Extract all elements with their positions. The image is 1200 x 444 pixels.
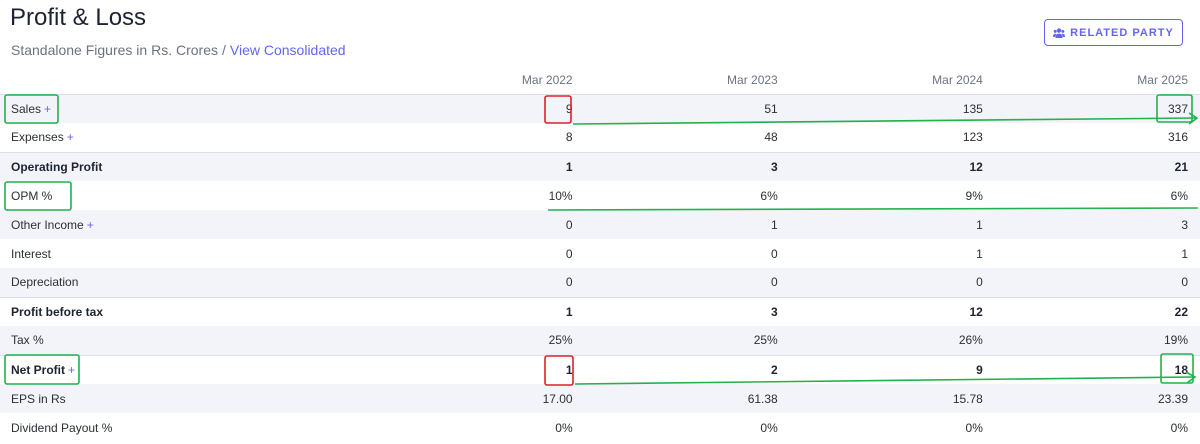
expand-plus-icon[interactable]: + — [68, 363, 75, 377]
cell: 0% — [789, 413, 995, 442]
row-label[interactable]: Expenses + — [0, 123, 380, 152]
cell: 51 — [584, 93, 790, 123]
row-label-text: Net Profit — [11, 362, 65, 377]
cell: 1 — [789, 239, 995, 268]
table-row-depreciation: Depreciation 0 0 0 0 — [0, 268, 1200, 297]
table-row-eps: EPS in Rs 17.00 61.38 15.78 23.39 — [0, 384, 1200, 413]
table-row-interest: Interest 0 0 1 1 — [0, 239, 1200, 268]
row-label-text: Expenses — [11, 130, 64, 145]
profit-loss-table: Mar 2022 Mar 2023 Mar 2024 Mar 2025 Sale… — [0, 66, 1200, 442]
row-label: Depreciation — [0, 268, 380, 297]
related-party-button[interactable]: RELATED PARTY — [1044, 19, 1183, 46]
column-header: Mar 2025 — [1137, 72, 1188, 87]
cell: 12 — [789, 151, 995, 181]
related-party-label: RELATED PARTY — [1070, 26, 1174, 39]
cell: 0 — [584, 239, 790, 268]
table-row-net-profit[interactable]: Net Profit + 1 2 9 18 — [0, 354, 1200, 384]
column-header: Mar 2024 — [932, 72, 983, 87]
table-row-operating-profit: Operating Profit 1 3 12 21 — [0, 151, 1200, 181]
table-row-dividend-payout: Dividend Payout % 0% 0% 0% 0% — [0, 413, 1200, 442]
row-label: Tax % — [0, 326, 380, 355]
cell: 48 — [584, 123, 790, 152]
cell: 0 — [789, 268, 995, 297]
cell: 1 — [379, 296, 585, 326]
expand-plus-icon[interactable]: + — [67, 130, 74, 144]
expand-plus-icon[interactable]: + — [44, 102, 51, 116]
cell: 135 — [789, 93, 995, 123]
cell: 26% — [789, 326, 995, 355]
cell: 8 — [379, 123, 585, 152]
subtitle-separator: / — [222, 42, 226, 58]
row-label[interactable]: Other Income + — [0, 210, 380, 239]
cell: 17.00 — [379, 384, 585, 413]
cell: 0 — [994, 268, 1200, 297]
cell: 1 — [379, 151, 585, 181]
cell: 1 — [584, 210, 790, 239]
cell: 123 — [789, 123, 995, 152]
cell: 3 — [584, 296, 790, 326]
cell: 0 — [584, 268, 790, 297]
expand-plus-icon[interactable]: + — [87, 218, 94, 232]
table-row-tax: Tax % 25% 25% 26% 19% — [0, 326, 1200, 355]
cell: 0% — [379, 413, 585, 442]
cell: 25% — [379, 326, 585, 355]
row-label[interactable]: Sales + — [0, 93, 380, 123]
table-row-sales[interactable]: Sales + 9 51 135 337 — [0, 93, 1200, 123]
cell: 6% — [584, 181, 790, 210]
view-consolidated-link[interactable]: View Consolidated — [230, 42, 346, 58]
table-row-other-income[interactable]: Other Income + 0 1 1 3 — [0, 210, 1200, 239]
table-header-row: Mar 2022 Mar 2023 Mar 2024 Mar 2025 — [0, 66, 1200, 94]
cell: 18 — [994, 354, 1200, 384]
cell: 25% — [584, 326, 790, 355]
row-label-text: Other Income — [11, 217, 84, 232]
row-label-text: Sales — [11, 101, 42, 116]
users-icon — [1053, 27, 1066, 38]
row-label: Profit before tax — [0, 296, 380, 326]
row-label: Operating Profit — [0, 151, 380, 181]
table-row-expenses[interactable]: Expenses + 8 48 123 316 — [0, 123, 1200, 152]
table-row-opm: OPM % 10% 6% 9% 6% — [0, 181, 1200, 210]
row-label: Dividend Payout % — [0, 413, 380, 442]
cell: 337 — [994, 93, 1200, 123]
cell: 2 — [584, 354, 790, 384]
cell: 6% — [994, 181, 1200, 210]
cell: 23.39 — [994, 384, 1200, 413]
cell: 316 — [994, 123, 1200, 152]
cell: 0 — [379, 268, 585, 297]
cell: 0 — [379, 239, 585, 268]
cell: 10% — [379, 181, 585, 210]
cell: 1 — [994, 239, 1200, 268]
cell: 1 — [379, 354, 585, 384]
page-subtitle: Standalone Figures in Rs. Crores / View Co… — [11, 42, 346, 58]
cell: 21 — [994, 151, 1200, 181]
row-label: OPM % — [0, 181, 380, 210]
cell: 19% — [994, 326, 1200, 355]
column-header: Mar 2022 — [521, 72, 573, 87]
subtitle-text: Standalone Figures in Rs. Crores — [11, 42, 218, 58]
cell: 0 — [379, 210, 585, 239]
row-label: EPS in Rs — [0, 384, 380, 413]
cell: 0% — [584, 413, 790, 442]
cell: 3 — [994, 210, 1200, 239]
table-row-profit-before-tax: Profit before tax 1 3 12 22 — [0, 296, 1200, 326]
row-label: Interest — [0, 239, 380, 268]
cell: 12 — [789, 296, 995, 326]
column-header: Mar 2023 — [727, 72, 778, 87]
cell: 1 — [789, 210, 995, 239]
cell: 9 — [379, 93, 585, 123]
cell: 3 — [584, 151, 790, 181]
cell: 9 — [789, 354, 995, 384]
cell: 61.38 — [584, 384, 790, 413]
cell: 0% — [994, 413, 1200, 442]
label-column-header — [0, 66, 379, 94]
page-title: Profit & Loss — [10, 4, 147, 31]
cell: 9% — [789, 181, 995, 210]
cell: 15.78 — [789, 384, 995, 413]
cell: 22 — [994, 296, 1200, 326]
row-label[interactable]: Net Profit + — [0, 354, 380, 384]
